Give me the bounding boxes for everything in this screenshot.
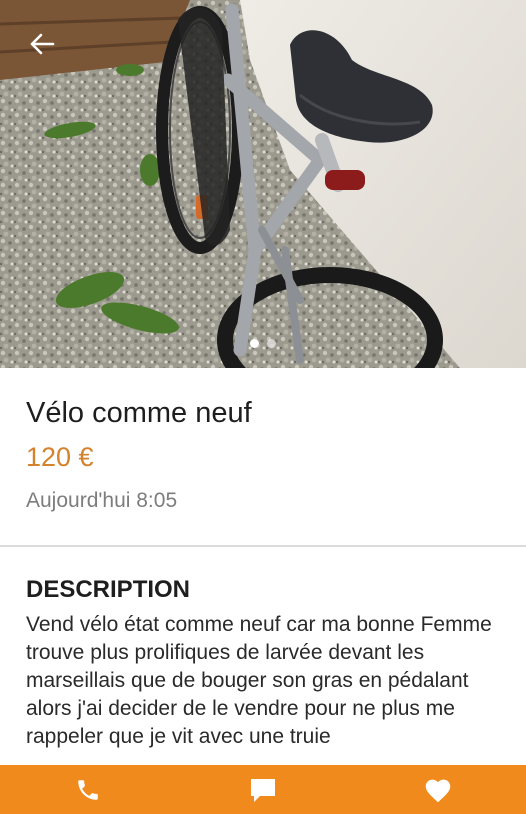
section-divider	[0, 545, 526, 547]
arrow-left-icon	[30, 33, 55, 55]
listing-price: 120 €	[26, 442, 94, 472]
gallery-dot-2[interactable]	[267, 339, 276, 348]
description-heading: DESCRIPTION	[26, 576, 191, 603]
message-button[interactable]	[223, 765, 303, 814]
listing-photo[interactable]	[0, 0, 526, 368]
back-button[interactable]	[22, 24, 62, 64]
gallery-pagination	[0, 339, 526, 348]
gallery-dot-1[interactable]	[250, 339, 259, 348]
bicycle-photo	[0, 0, 526, 368]
chat-bubble-icon	[250, 778, 275, 802]
favorite-button[interactable]	[398, 765, 478, 814]
listing-title: Vélo comme neuf	[26, 397, 252, 429]
description-section: DESCRIPTION Vend vélo état comme neuf ca…	[26, 575, 516, 751]
phone-icon	[77, 779, 98, 800]
description-text: Vend vélo état comme neuf car ma bonne F…	[26, 613, 492, 748]
listing-info: Vélo comme neuf 120 € Aujourd'hui 8:05	[26, 395, 506, 515]
call-button[interactable]	[48, 765, 128, 814]
action-bar	[0, 765, 526, 814]
heart-icon	[426, 779, 451, 803]
listing-date: Aujourd'hui 8:05	[26, 489, 178, 512]
